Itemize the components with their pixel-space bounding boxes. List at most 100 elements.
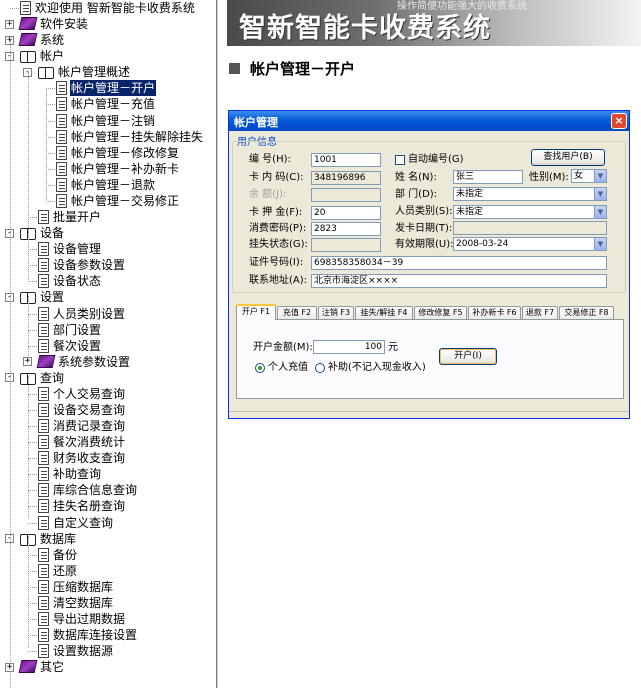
tree-item-label: 备份 — [53, 547, 78, 562]
tab-5[interactable]: 补办新卡 F6 — [468, 306, 521, 319]
tree-item[interactable]: 帐户管理－修改修复 — [56, 145, 180, 161]
tree-item[interactable]: 部门设置 — [38, 322, 102, 338]
tree-item[interactable]: 帐户 — [20, 48, 65, 64]
loss-status-field[interactable] — [311, 238, 381, 252]
tree-item-label: 数据库连接设置 — [53, 628, 138, 643]
doc-icon — [56, 129, 67, 144]
issue-date-field[interactable] — [453, 221, 607, 235]
tree-item[interactable]: 帐户管理－补办新卡 — [56, 161, 180, 177]
tree-item[interactable]: 补助查询 — [38, 466, 102, 482]
tree-item[interactable]: 消费记录查询 — [38, 418, 126, 434]
tab-7[interactable]: 交易修正 F8 — [559, 306, 614, 319]
book-closed-icon — [18, 33, 38, 47]
tree-item[interactable]: 帐户管理－挂失解除挂失 — [56, 129, 204, 145]
tree-guide — [28, 296, 29, 360]
tree-item-label: 帐户管理－开户 — [70, 80, 157, 97]
pane-divider[interactable] — [216, 0, 218, 688]
tree-item[interactable]: 帐户管理－开户 — [56, 80, 157, 97]
subsidy-radio[interactable] — [315, 363, 325, 373]
id-number-field[interactable]: 698358358034－39 — [311, 256, 607, 270]
tree-item[interactable]: 人员类别设置 — [38, 306, 126, 322]
tree-item[interactable]: 设备参数设置 — [38, 257, 126, 273]
tree-item[interactable]: 批量开户 — [38, 209, 102, 225]
tree-item[interactable]: 帐户管理－充值 — [56, 96, 156, 112]
chevron-down-icon[interactable]: ▼ — [594, 188, 606, 200]
card-code-field[interactable]: 348196896 — [311, 171, 381, 185]
open-account-button[interactable]: 开户(I) — [439, 348, 497, 365]
valid-until-picker[interactable]: 2008-03-24 ▼ — [453, 237, 607, 251]
tree-item-label: 系统参数设置 — [58, 354, 131, 369]
find-user-button[interactable]: 查找用户(B) — [531, 149, 605, 166]
person-type-select[interactable]: 未指定 ▼ — [453, 205, 607, 219]
card-code-label: 卡 内 码(C): — [249, 172, 304, 183]
tree-item[interactable]: 帐户管理概述 — [38, 64, 131, 80]
tree-item[interactable]: 压缩数据库 — [38, 579, 114, 595]
number-field[interactable]: 1001 — [311, 153, 381, 167]
address-field[interactable]: 北京市海淀区×××× — [311, 274, 607, 288]
tree-item[interactable]: 餐次消费统计 — [38, 434, 126, 450]
tree-item[interactable]: 系统 — [18, 32, 65, 48]
tree-item[interactable]: 软件安装 — [18, 16, 89, 32]
tree-item[interactable]: 设备管理 — [38, 241, 102, 257]
tree-item[interactable]: 备份 — [38, 547, 78, 563]
amount-field[interactable]: 100 — [313, 340, 385, 354]
tree-item[interactable]: 导出过期数据 — [38, 611, 126, 627]
tree-item[interactable]: 设备交易查询 — [38, 402, 126, 418]
expand-icon[interactable]: + — [5, 19, 14, 29]
dialog-titlebar[interactable]: 帐户管理 × — [229, 111, 629, 131]
deposit-field[interactable]: 20 — [311, 206, 381, 220]
tab-1[interactable]: 充值 F2 — [277, 306, 317, 319]
tab-0[interactable]: 开户 F1 — [236, 304, 276, 320]
tab-3[interactable]: 挂失/解挂 F4 — [355, 306, 413, 319]
tree-item[interactable]: 财务收支查询 — [38, 450, 126, 466]
tree-item[interactable]: 欢迎使用 智新智能卡收费系统 — [20, 0, 196, 16]
tree-connector — [28, 554, 37, 556]
chevron-down-icon[interactable]: ▼ — [594, 206, 606, 218]
password-label: 消费密码(P): — [249, 223, 307, 234]
tree-item[interactable]: 设备 — [20, 225, 65, 241]
department-label: 部 门(D): — [395, 189, 438, 200]
doc-icon — [38, 644, 49, 659]
tree-item[interactable]: 清空数据库 — [38, 595, 114, 611]
tree-item[interactable]: 系统参数设置 — [36, 354, 131, 370]
tree-connector — [28, 506, 37, 508]
close-button[interactable]: × — [611, 113, 627, 129]
tree-item[interactable]: 设备状态 — [38, 273, 102, 289]
tree-item[interactable]: 餐次设置 — [38, 338, 102, 354]
tree-item[interactable]: 自定义查询 — [38, 515, 114, 531]
auto-number-checkbox[interactable] — [395, 155, 405, 165]
chevron-down-icon[interactable]: ▼ — [594, 170, 606, 182]
tree-item[interactable]: 挂失名册查询 — [38, 498, 126, 514]
tree-item[interactable]: 帐户管理－注销 — [56, 113, 156, 129]
tree-item-label: 人员类别设置 — [53, 306, 126, 321]
personal-recharge-radio[interactable] — [255, 363, 265, 373]
doc-icon — [56, 81, 67, 96]
balance-field[interactable] — [311, 188, 381, 202]
tree-item[interactable]: 其它 — [18, 659, 65, 675]
tree-item-label: 设置 — [40, 290, 65, 305]
tree-item[interactable]: 设置数据源 — [38, 643, 114, 659]
tree-item[interactable]: 个人交易查询 — [38, 386, 126, 402]
password-field[interactable]: 2823 — [311, 222, 381, 236]
department-select[interactable]: 未指定 ▼ — [453, 187, 607, 201]
chevron-down-icon[interactable]: ▼ — [594, 238, 606, 250]
tree-guide — [28, 536, 29, 648]
tree-connector — [28, 602, 37, 604]
tree-item-label: 部门设置 — [53, 322, 102, 337]
tab-6[interactable]: 退款 F7 — [522, 306, 558, 319]
gender-select[interactable]: 女 ▼ — [571, 169, 607, 183]
tree-connector — [28, 635, 37, 637]
tree-item[interactable]: 还原 — [38, 563, 78, 579]
name-field[interactable]: 张三 — [453, 170, 523, 184]
tree-item[interactable]: 帐户管理－退款 — [56, 177, 156, 193]
tree-item-label: 补助查询 — [53, 467, 102, 482]
tree-item[interactable]: 库综合信息查询 — [38, 482, 138, 498]
tree-item[interactable]: 数据库连接设置 — [38, 627, 138, 643]
tab-2[interactable]: 注销 F3 — [318, 306, 354, 319]
tab-4[interactable]: 修改修复 F5 — [414, 306, 467, 319]
dialog-title: 帐户管理 — [234, 116, 278, 129]
tree-item[interactable]: 查询 — [20, 370, 65, 386]
tree-item[interactable]: 设置 — [20, 289, 65, 305]
tree-item-label: 帐户管理－交易修正 — [71, 193, 180, 208]
tree-item[interactable]: 帐户管理－交易修正 — [56, 193, 180, 209]
